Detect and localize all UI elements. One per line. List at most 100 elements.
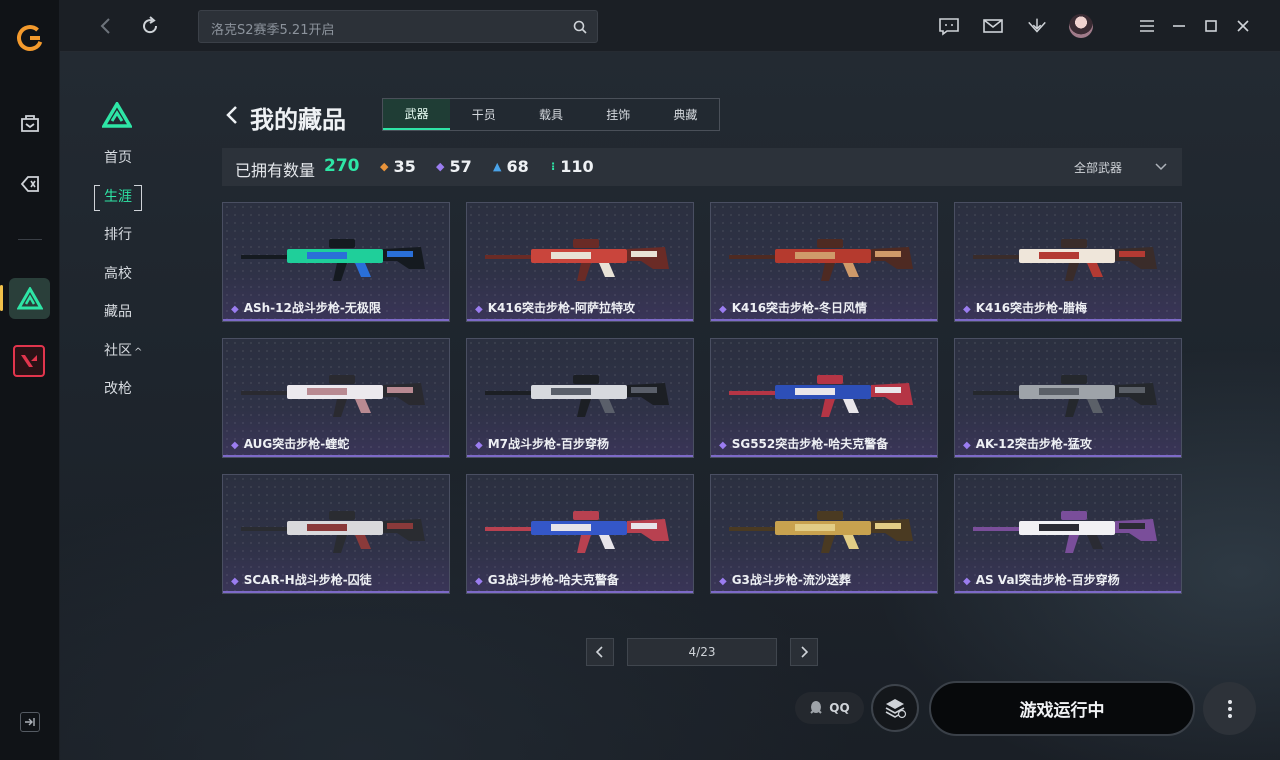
rarity-diamond-icon: ◆ bbox=[231, 440, 239, 451]
minimize-icon[interactable] bbox=[1168, 15, 1190, 37]
sidebar-item-community[interactable]: 社区 ^ bbox=[94, 339, 154, 363]
refresh-icon[interactable] bbox=[139, 15, 161, 37]
weapon-image bbox=[241, 511, 425, 553]
tab-operators[interactable]: 干员 bbox=[450, 99, 517, 130]
weapon-name: ◆ G3战斗步枪-哈夫克警备 bbox=[475, 573, 619, 587]
tab-charms[interactable]: 挂饰 bbox=[585, 99, 652, 130]
game-delta-force-icon[interactable] bbox=[9, 278, 50, 319]
rarity-diamond-icon: ◆ bbox=[231, 576, 239, 587]
download-icon[interactable] bbox=[1026, 15, 1048, 37]
collection-tabs: 武器 干员 载具 挂饰 典藏 bbox=[382, 98, 720, 131]
back-icon[interactable] bbox=[96, 15, 118, 37]
search-icon[interactable] bbox=[572, 19, 588, 35]
rarity-green-count: ⁝ 110 bbox=[551, 157, 594, 176]
rarity-diamond-icon: ◆ bbox=[719, 440, 727, 451]
weapon-name: ◆ AUG突击步枪-蝰蛇 bbox=[231, 437, 350, 451]
weapon-image bbox=[973, 375, 1157, 417]
qq-label: QQ bbox=[829, 701, 850, 715]
sidebar-item-home[interactable]: 首页 bbox=[94, 146, 154, 170]
owned-total: 270 bbox=[324, 156, 360, 176]
collapse-rail-icon[interactable] bbox=[20, 712, 40, 732]
weapon-card[interactable]: ◆ K416突击步枪-冬日风情 bbox=[710, 202, 938, 322]
weapon-filter-dropdown[interactable]: 全部武器 bbox=[1074, 159, 1122, 176]
weapon-card[interactable]: ◆ AS Val突击步枪-百步穿杨 bbox=[954, 474, 1182, 594]
orange-diamond-icon: ◆ bbox=[380, 160, 389, 173]
weapon-name: ◆ K416突击步枪-腊梅 bbox=[963, 301, 1088, 315]
rarity-diamond-icon: ◆ bbox=[475, 576, 483, 587]
more-options-button[interactable] bbox=[1203, 682, 1256, 735]
owned-label: 已拥有数量 bbox=[235, 161, 316, 180]
weapon-image bbox=[729, 239, 913, 281]
weapon-image bbox=[241, 375, 425, 417]
tab-weapons[interactable]: 武器 bbox=[383, 99, 451, 130]
game-library-button[interactable] bbox=[871, 684, 919, 732]
chat-icon[interactable] bbox=[938, 15, 960, 37]
tab-vehicles[interactable]: 载具 bbox=[517, 99, 584, 130]
weapon-image bbox=[973, 239, 1157, 281]
game-running-button[interactable]: 游戏运行中 bbox=[929, 681, 1195, 736]
ticket-icon[interactable] bbox=[16, 170, 44, 198]
weapon-card[interactable]: ◆ SCAR-H战斗步枪-囚徒 bbox=[222, 474, 450, 594]
weapon-name: ◆ AS Val突击步枪-百步穿杨 bbox=[963, 573, 1120, 587]
delta-force-logo-icon bbox=[102, 102, 132, 128]
owned-summary-bar: 已拥有数量 270 ◆ 35 ◆ 57 ▲ 68 ⁝ 110 全部武器 bbox=[222, 148, 1182, 186]
weapon-card[interactable]: ◆ AUG突击步枪-蝰蛇 bbox=[222, 338, 450, 458]
search-placeholder: 洛克S2赛季5.21开启 bbox=[211, 23, 335, 38]
rarity-diamond-icon: ◆ bbox=[963, 304, 971, 315]
blue-chevron-icon: ▲ bbox=[493, 160, 502, 173]
page-title: 我的藏品 bbox=[250, 106, 346, 134]
sidebar-item-colleges[interactable]: 高校 bbox=[94, 262, 154, 286]
rarity-diamond-icon: ◆ bbox=[475, 304, 483, 315]
game-valorant-icon[interactable] bbox=[13, 345, 45, 377]
weapon-card[interactable]: ◆ K416突击步枪-腊梅 bbox=[954, 202, 1182, 322]
weapon-card[interactable]: ◆ ASh-12战斗步枪-无极限 bbox=[222, 202, 450, 322]
rarity-diamond-icon: ◆ bbox=[719, 304, 727, 315]
avatar[interactable] bbox=[1069, 14, 1093, 38]
green-dots-icon: ⁝ bbox=[551, 160, 556, 173]
weapon-name: ◆ K416突击步枪-冬日风情 bbox=[719, 301, 868, 315]
page-back-icon[interactable] bbox=[224, 105, 240, 125]
rarity-blue-count: ▲ 68 bbox=[493, 157, 529, 176]
tab-archive[interactable]: 典藏 bbox=[652, 99, 719, 130]
layers-icon bbox=[885, 699, 907, 719]
sidebar-item-career[interactable]: 生涯 bbox=[94, 185, 154, 209]
weapon-name: ◆ AK-12突击步枪-猛攻 bbox=[963, 437, 1092, 451]
sidebar-item-gunsmith[interactable]: 改枪 bbox=[94, 377, 154, 401]
weapon-name: ◆ M7战斗步枪-百步穿杨 bbox=[475, 437, 609, 451]
weapon-image bbox=[485, 239, 669, 281]
rarity-purple-count: ◆ 57 bbox=[436, 157, 472, 176]
weapon-card[interactable]: ◆ G3战斗步枪-哈夫克警备 bbox=[466, 474, 694, 594]
rarity-diamond-icon: ◆ bbox=[231, 304, 239, 315]
maximize-icon[interactable] bbox=[1200, 15, 1222, 37]
weapon-card[interactable]: ◆ G3战斗步枪-流沙送葬 bbox=[710, 474, 938, 594]
weapon-card[interactable]: ◆ SG552突击步枪-哈夫克警备 bbox=[710, 338, 938, 458]
sidebar-item-collection[interactable]: 藏品 bbox=[94, 300, 154, 324]
mail-icon[interactable] bbox=[982, 15, 1004, 37]
purple-diamond-icon: ◆ bbox=[436, 160, 445, 173]
app-rail bbox=[0, 0, 60, 760]
weapon-image bbox=[729, 375, 913, 417]
weapon-name: ◆ SCAR-H战斗步枪-囚徒 bbox=[231, 573, 372, 587]
close-icon[interactable] bbox=[1232, 15, 1254, 37]
chevron-down-icon[interactable] bbox=[1154, 159, 1168, 173]
weapon-image bbox=[241, 239, 425, 281]
sidebar-item-ranking[interactable]: 排行 bbox=[94, 223, 154, 247]
rarity-diamond-icon: ◆ bbox=[963, 440, 971, 451]
prev-page-button[interactable] bbox=[586, 638, 614, 666]
app-logo-icon[interactable] bbox=[16, 24, 44, 52]
rarity-orange-count: ◆ 35 bbox=[380, 157, 416, 176]
weapon-card[interactable]: ◆ K416突击步枪-阿萨拉特攻 bbox=[466, 202, 694, 322]
weapon-image bbox=[729, 511, 913, 553]
rarity-diamond-icon: ◆ bbox=[963, 576, 971, 587]
weapon-card[interactable]: ◆ M7战斗步枪-百步穿杨 bbox=[466, 338, 694, 458]
qq-login-button[interactable]: QQ bbox=[795, 692, 864, 724]
store-bag-icon[interactable] bbox=[16, 109, 44, 137]
weapon-card[interactable]: ◆ AK-12突击步枪-猛攻 bbox=[954, 338, 1182, 458]
weapon-name: ◆ SG552突击步枪-哈夫克警备 bbox=[719, 437, 889, 451]
menu-icon[interactable] bbox=[1136, 15, 1158, 37]
qq-penguin-icon bbox=[810, 701, 823, 714]
search-input[interactable]: 洛克S2赛季5.21开启 bbox=[198, 10, 598, 43]
next-page-button[interactable] bbox=[790, 638, 818, 666]
sidebar-item-label: 社区 bbox=[104, 343, 132, 359]
weapon-name: ◆ G3战斗步枪-流沙送葬 bbox=[719, 573, 851, 587]
